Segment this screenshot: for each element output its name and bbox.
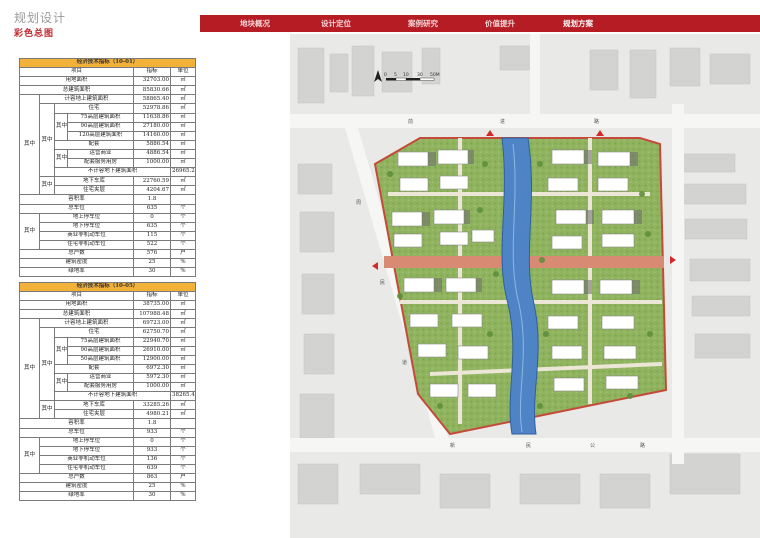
table-row: 地下停车位 635 个 bbox=[20, 221, 196, 232]
table-row: 用地面积 38735.00 ㎡ bbox=[19, 300, 196, 311]
nav-tab-value-enhancement[interactable]: 价值提升 bbox=[485, 15, 515, 32]
scale-label: 50M bbox=[430, 72, 440, 78]
table-row: 商业非机动车位 115 个 bbox=[20, 230, 196, 241]
table-row: 其中 住宅 52978.86 ㎡ bbox=[20, 103, 196, 178]
page-subtitle: 彩色总图 bbox=[14, 29, 55, 39]
table-header-row: 项目 指标 单位 bbox=[19, 67, 196, 78]
top-nav: 地块概况 设计定位 案例研究 价值提升 规划方案 bbox=[200, 15, 760, 32]
scale-label: 5 bbox=[394, 72, 397, 78]
table-header-row: 项目 指标 单位 bbox=[19, 291, 196, 302]
nav-tab-site-overview[interactable]: 地块概况 bbox=[240, 15, 270, 32]
road-label: 进 bbox=[500, 118, 505, 125]
table-row: 容积率 1.8 bbox=[19, 418, 196, 429]
economic-indicator-table-10-01: 经济技术指标（10-01） 项目 指标 单位 用地面积 32703.00 ㎡ 总建筑… bbox=[19, 57, 196, 278]
road-label: 路 bbox=[594, 118, 599, 125]
scale-label: 0 bbox=[384, 72, 387, 78]
table-row: 绿地率 30% bbox=[19, 267, 196, 278]
road-label: 公 bbox=[590, 443, 595, 449]
road-label: 新 bbox=[450, 442, 455, 449]
table-row: 建筑密度 25% bbox=[19, 258, 196, 269]
table-row: 总户数 863 户 bbox=[19, 472, 196, 484]
table-row: 商业非机动车位 136 个 bbox=[20, 454, 196, 465]
table-row: 住宅非机动车位 522 个 bbox=[20, 239, 196, 250]
table-row: 其中 地下车库 33285.26 ㎡ bbox=[20, 400, 196, 420]
table-row: 其中 地上停车位 0 个 bbox=[19, 436, 196, 474]
table-row: 总车位 933 个 bbox=[19, 427, 196, 438]
table-row: 其中 地上停车位 0 个 bbox=[19, 212, 196, 250]
table-row: 建筑密度 25% bbox=[19, 482, 196, 493]
table-row: 其中 计容地上建筑面积 69723.00 ㎡ bbox=[19, 318, 196, 420]
scale-label: 10 bbox=[403, 72, 409, 78]
scale-label: 30 bbox=[417, 72, 423, 78]
nav-tab-design-positioning[interactable]: 设计定位 bbox=[321, 15, 351, 32]
table-row: 总户数 576 户 bbox=[19, 248, 196, 260]
table-row: 其中 住宅 62750.70 ㎡ bbox=[20, 327, 196, 402]
road-label: 路 bbox=[640, 442, 645, 449]
road-label: 道 bbox=[402, 359, 407, 366]
economic-indicator-table-10-05: 经济技术指标（10-05） 项目 指标 单位 用地面积 38735.00 ㎡ 总建筑… bbox=[19, 281, 196, 502]
table-row: 用地面积 32703.00 ㎡ bbox=[19, 76, 196, 87]
road-label: 民 bbox=[380, 280, 385, 286]
table-row: 绿地率 30% bbox=[19, 491, 196, 502]
table-row: 其中 计容地上建筑面积 58865.40 ㎡ bbox=[19, 94, 196, 196]
table-row: 其中 地下车库 22760.59 ㎡ bbox=[20, 176, 196, 196]
nav-tab-case-study[interactable]: 案例研究 bbox=[408, 15, 438, 32]
table-title: 经济技术指标（10-01） bbox=[19, 57, 196, 69]
road-label: 前 bbox=[408, 118, 413, 125]
table-row: 地下停车位 933 个 bbox=[20, 445, 196, 456]
nav-tab-planning-scheme[interactable]: 规划方案 bbox=[563, 15, 593, 32]
road-label: 民 bbox=[526, 443, 531, 449]
table-row: 总建筑面积 107988.48 ㎡ bbox=[19, 309, 196, 320]
table-row: 住宅非机动车位 639 个 bbox=[20, 463, 196, 474]
table-row: 总车位 635 个 bbox=[19, 203, 196, 214]
road-label: 周 bbox=[356, 200, 361, 206]
table-row: 总建筑面积 85830.66 ㎡ bbox=[19, 85, 196, 96]
page-title: 规划设计 bbox=[14, 11, 67, 25]
table-title: 经济技术指标（10-05） bbox=[19, 281, 196, 293]
table-row: 容积率 1.8 bbox=[19, 194, 196, 205]
color-master-plan: 0 5 10 30 50M 前 进 路 周 民 道 新 民 公 路 bbox=[290, 34, 760, 538]
